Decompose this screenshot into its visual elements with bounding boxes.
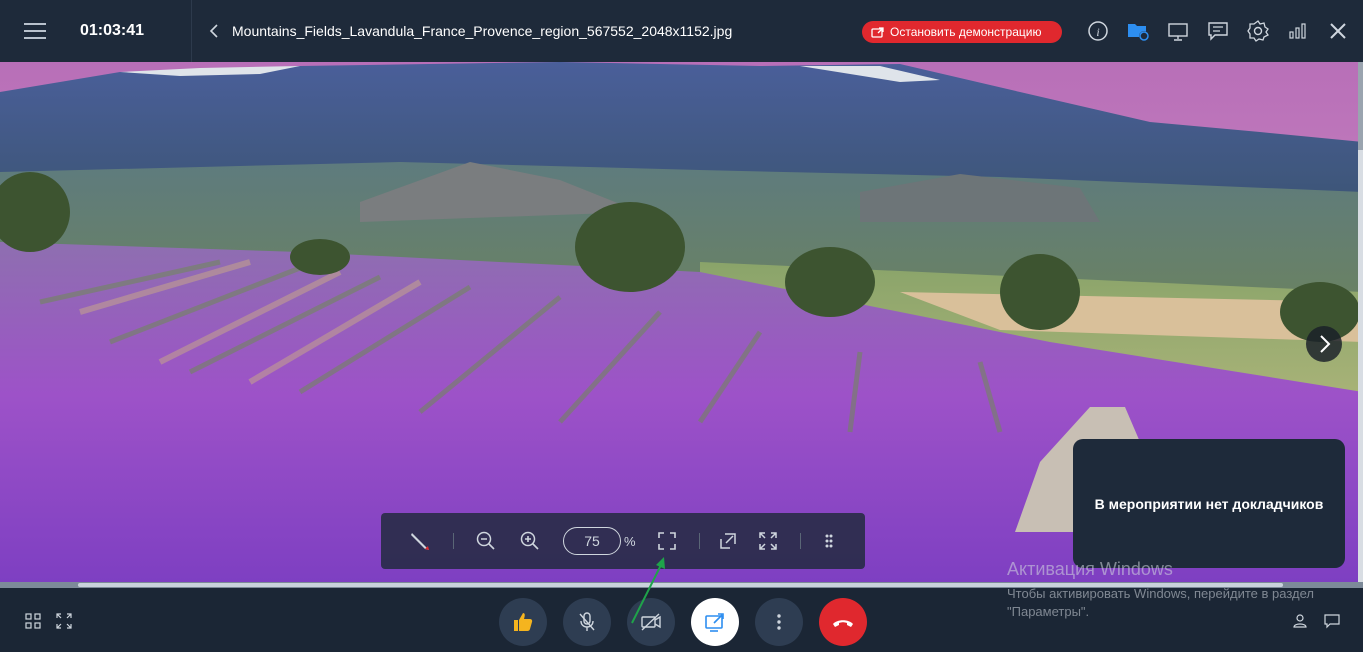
chevron-left-icon[interactable]: [207, 22, 223, 40]
percent-label: %: [624, 534, 636, 549]
grid-layout-icon[interactable]: [24, 612, 42, 630]
fit-to-screen-icon[interactable]: [656, 530, 678, 552]
hamburger-menu-icon[interactable]: [22, 19, 48, 43]
pen-icon[interactable]: [409, 530, 431, 552]
drag-handle-icon[interactable]: [818, 530, 840, 552]
vertical-scroll-thumb[interactable]: [1358, 62, 1363, 150]
more-options-button[interactable]: [755, 598, 803, 646]
divider: [453, 533, 454, 549]
vertical-scrollbar[interactable]: [1358, 62, 1363, 582]
screen-share-button[interactable]: [691, 598, 739, 646]
session-timer: 01:03:41: [80, 22, 145, 39]
screen-share-icon: [705, 613, 724, 632]
speakers-panel: В мероприятии нет докладчиков: [1073, 439, 1345, 568]
windows-activation-title: Активация Windows: [1007, 559, 1173, 579]
top-bar: 01:03:41 Mountains_Fields_Lavandula_Fran…: [0, 0, 1363, 62]
more-vertical-icon: [777, 614, 781, 630]
signal-icon[interactable]: [1286, 19, 1310, 43]
whiteboard-icon[interactable]: [1166, 19, 1190, 43]
microphone-off-icon: [579, 612, 595, 631]
thumbs-up-icon: [514, 613, 533, 631]
stop-demonstration-label: Остановить демонстрацию: [890, 25, 1042, 39]
gear-icon[interactable]: [1246, 19, 1270, 43]
zoom-level-input[interactable]: 75: [563, 527, 621, 555]
info-icon[interactable]: i: [1086, 19, 1110, 43]
thumbs-up-button[interactable]: [499, 598, 547, 646]
next-image-button[interactable]: [1306, 326, 1342, 362]
screen-share-stop-icon: [871, 25, 885, 39]
chevron-right-icon: [1320, 335, 1331, 353]
zoom-out-icon[interactable]: [475, 530, 497, 552]
hang-up-button[interactable]: [819, 598, 867, 646]
fullscreen-icon[interactable]: [757, 530, 779, 552]
no-speakers-message: В мероприятии нет докладчиков: [1094, 496, 1324, 512]
divider: [699, 533, 700, 549]
file-title: Mountains_Fields_Lavandula_France_Proven…: [232, 23, 733, 39]
chat-bubble-icon[interactable]: [1206, 19, 1230, 43]
microphone-off-button[interactable]: [563, 598, 611, 646]
folder-share-icon[interactable]: [1126, 19, 1150, 43]
svg-text:i: i: [1096, 25, 1099, 39]
divider: [191, 0, 192, 62]
actual-size-icon[interactable]: [717, 530, 739, 552]
divider: [800, 533, 801, 549]
pointer-arrow-annotation: [631, 557, 665, 624]
stop-demonstration-button[interactable]: Остановить демонстрацию: [862, 21, 1062, 43]
close-icon[interactable]: [1326, 19, 1350, 43]
expand-icon[interactable]: [55, 612, 73, 630]
phone-hangup-icon: [833, 620, 853, 627]
windows-activation-text: Чтобы активировать Windows, перейдите в …: [1007, 586, 1314, 619]
zoom-in-icon[interactable]: [519, 530, 541, 552]
